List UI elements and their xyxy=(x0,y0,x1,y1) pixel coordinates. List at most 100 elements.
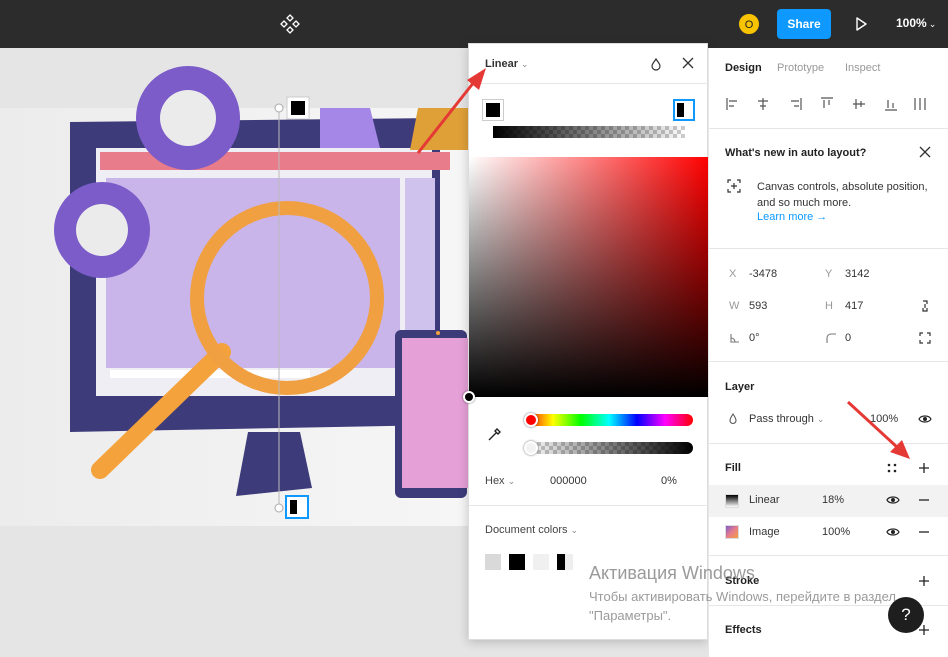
chevron-down-icon: ⌄ xyxy=(521,59,529,69)
fill-image-opacity[interactable]: 100% xyxy=(822,526,850,538)
y-input[interactable]: 3142 xyxy=(845,268,869,280)
radius-input[interactable]: 0 xyxy=(845,332,851,344)
close-icon[interactable] xyxy=(681,56,695,70)
y-label: Y xyxy=(825,268,833,280)
independent-corners-icon[interactable] xyxy=(919,332,931,344)
document-colors-label: Document colors xyxy=(485,524,568,536)
learn-more-link[interactable]: Learn more → xyxy=(757,211,827,223)
shape-decor xyxy=(320,108,380,148)
blend-drop-icon[interactable] xyxy=(649,57,663,71)
close-icon[interactable] xyxy=(919,146,931,158)
whats-new-body: Canvas controls, absolute position, and … xyxy=(757,181,928,209)
blend-drop-icon xyxy=(729,413,737,424)
color-picker-popup: Linear ⌄ Hex ⌄ 000000 0% Document colors ⌄ xyxy=(463,43,709,640)
alpha-handle[interactable] xyxy=(524,441,538,455)
constrain-proportions-icon[interactable] xyxy=(919,300,931,312)
x-input[interactable]: -3478 xyxy=(749,268,777,280)
swatch-light-gray[interactable] xyxy=(485,554,501,570)
align-right-icon[interactable] xyxy=(787,96,803,112)
gradient-preview-bar[interactable] xyxy=(493,126,685,138)
monitor-stand xyxy=(236,432,312,496)
tablet-screen xyxy=(402,338,468,488)
chevron-down-icon: ⌄ xyxy=(816,414,825,424)
gradient-stop-bottom-color xyxy=(290,500,297,514)
blend-mode-dropdown[interactable]: Pass through ⌄ xyxy=(749,413,824,425)
eyedropper-icon[interactable] xyxy=(487,426,503,442)
large-gear-hole xyxy=(160,90,216,146)
gradient-type-dropdown[interactable]: Linear ⌄ xyxy=(485,58,529,70)
tablet-camera xyxy=(436,331,440,335)
distribute-icon[interactable] xyxy=(913,96,929,112)
eye-icon[interactable] xyxy=(886,494,900,506)
color-opacity-input[interactable]: 0% xyxy=(661,475,677,487)
align-left-icon[interactable] xyxy=(725,96,741,112)
saturation-handle[interactable] xyxy=(463,391,475,403)
alignment-toolbar xyxy=(725,96,939,112)
h-input[interactable]: 417 xyxy=(845,300,863,312)
fill-image-thumbnail[interactable] xyxy=(725,525,739,539)
align-top-icon[interactable] xyxy=(819,96,835,112)
hue-slider[interactable] xyxy=(525,414,693,426)
gradient-stop-right[interactable] xyxy=(673,99,695,121)
eye-icon[interactable] xyxy=(918,413,932,425)
hue-handle[interactable] xyxy=(524,413,538,427)
eye-icon[interactable] xyxy=(886,526,900,538)
color-mode-label: Hex xyxy=(485,475,505,487)
help-button[interactable]: ? xyxy=(888,597,924,633)
separator xyxy=(709,128,948,129)
tab-inspect[interactable]: Inspect xyxy=(845,62,880,74)
divider xyxy=(469,505,709,506)
h-label: H xyxy=(825,300,833,312)
hex-input[interactable]: 000000 xyxy=(550,475,587,487)
gradient-end-point[interactable] xyxy=(274,503,284,513)
w-input[interactable]: 593 xyxy=(749,300,767,312)
share-button[interactable]: Share xyxy=(777,9,831,39)
gradient-start-point[interactable] xyxy=(274,103,284,113)
zoom-dropdown[interactable]: 100% ⌄ xyxy=(896,16,936,30)
blend-mode-label: Pass through xyxy=(749,413,814,425)
align-bottom-icon[interactable] xyxy=(883,96,899,112)
picker-header: Linear ⌄ xyxy=(469,44,709,84)
component-logo-icon[interactable] xyxy=(279,13,301,35)
gradient-stop-top-color xyxy=(291,101,305,115)
fill-linear-opacity[interactable]: 18% xyxy=(822,494,844,506)
user-avatar[interactable]: O xyxy=(738,13,760,35)
align-center-v-icon[interactable] xyxy=(851,96,867,112)
separator xyxy=(709,248,948,249)
add-fill-icon[interactable] xyxy=(918,462,930,474)
whats-new-title: What's new in auto layout? xyxy=(725,147,867,159)
style-grid-icon[interactable] xyxy=(886,462,898,474)
gradient-type-label: Linear xyxy=(485,58,519,70)
rotation-input[interactable]: 0° xyxy=(749,332,760,344)
stop-color-black xyxy=(486,103,500,117)
fill-linear-label[interactable]: Linear xyxy=(749,494,780,506)
w-label: W xyxy=(729,300,740,312)
stop-color-split xyxy=(677,103,691,117)
swatch-off-white[interactable] xyxy=(533,554,549,570)
color-mode-dropdown[interactable]: Hex ⌄ xyxy=(485,475,515,487)
chevron-down-icon: ⌄ xyxy=(507,476,516,486)
gradient-stop-left[interactable] xyxy=(482,99,504,121)
alpha-slider[interactable] xyxy=(525,442,693,454)
chevron-down-icon: ⌄ xyxy=(570,525,579,535)
swatch-half-black[interactable] xyxy=(557,554,573,570)
windows-activation-watermark: Активация Windows xyxy=(589,563,755,583)
fill-image-label[interactable]: Image xyxy=(749,526,780,538)
separator xyxy=(709,555,948,556)
chevron-down-icon: ⌄ xyxy=(928,19,937,29)
remove-fill-icon[interactable] xyxy=(918,494,930,506)
corner-radius-icon xyxy=(826,333,836,343)
document-colors-dropdown[interactable]: Document colors ⌄ xyxy=(485,524,578,536)
tab-prototype[interactable]: Prototype xyxy=(777,62,824,74)
layer-opacity-input[interactable]: 100% xyxy=(870,413,898,425)
saturation-brightness-area[interactable] xyxy=(469,157,709,397)
separator xyxy=(709,443,948,444)
add-stroke-icon[interactable] xyxy=(918,575,930,587)
remove-fill-icon[interactable] xyxy=(918,526,930,538)
play-icon[interactable] xyxy=(852,15,870,33)
swatch-black[interactable] xyxy=(509,554,525,570)
fill-linear-thumbnail[interactable] xyxy=(725,494,739,508)
windows-activation-subtitle: Чтобы активировать Windows, перейдите в … xyxy=(589,589,896,623)
tab-design[interactable]: Design xyxy=(725,62,762,74)
align-center-h-icon[interactable] xyxy=(755,96,771,112)
